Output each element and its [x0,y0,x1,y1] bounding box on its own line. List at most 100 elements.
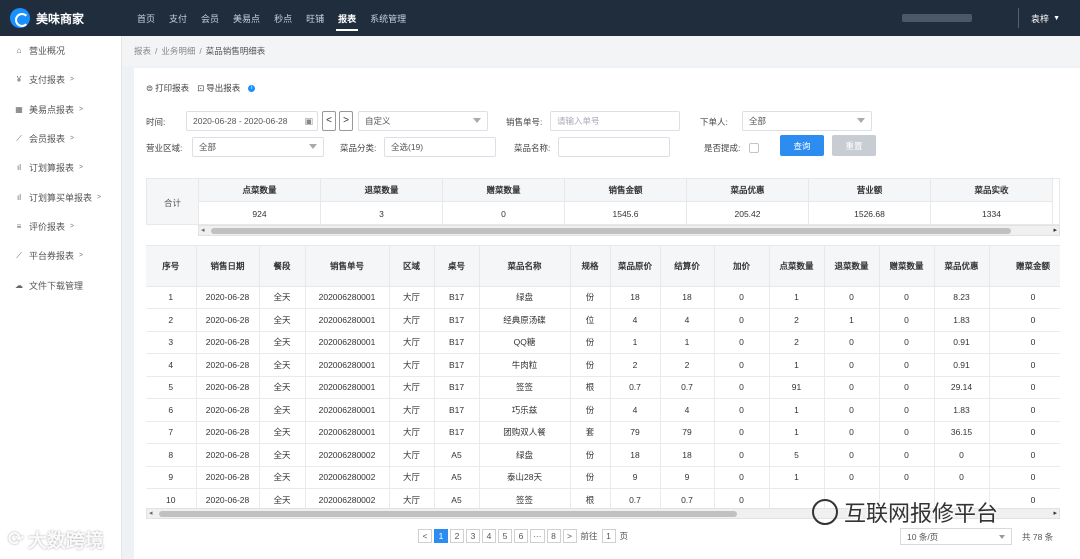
scroll-left-icon[interactable]: ◂ [149,509,153,517]
table-header-row: 序号 销售日期 餐段 销售单号 区域 桌号 菜品名称 规格 菜品原价 结算价 加价 点菜数量 退菜数量赠… [146,246,1060,287]
table-cell: 2020-06-28 [196,376,260,399]
top-nav-item[interactable]: 美易点 [226,0,267,36]
dish-category-select[interactable]: 全选(19) [384,137,496,157]
query-button[interactable]: 查询 [780,135,824,156]
summary-value: 1334 [982,208,1001,219]
breadcrumb-item-business-detail[interactable]: 业务明细 [161,45,195,57]
table-row[interactable]: 9 2020-06-28 全天 202006280002 大厅 A5 泰山28天份 9 9 0 1 0… [146,466,1060,489]
logo[interactable]: 美味商家 [0,0,122,36]
column-header[interactable]: 菜品优惠 [934,246,990,287]
page-number-button[interactable]: ··· [530,529,545,543]
page-number-button[interactable]: 2 [450,529,464,543]
top-nav-item[interactable]: 首页 [130,0,162,36]
column-header[interactable]: 菜品名称 [479,246,571,287]
sidebar-item[interactable]: ⟋ 会员报表 > [0,124,121,153]
top-nav-item[interactable]: 报表 [331,0,363,36]
scroll-left-icon[interactable]: ◂ [201,226,205,234]
page-size-select[interactable]: 10 条/页 [900,528,1012,545]
table-row[interactable]: 6 2020-06-28 全天 202006280001 大厅 B17 巧乐兹份 4 4 0 1 0 0… [146,398,1060,422]
sidebar-item[interactable]: ☁ 文件下载管理 [0,270,121,299]
prev-date-button[interactable]: < [322,111,336,131]
table-cell: 0 [714,353,770,377]
sidebar-item[interactable]: ⌂ 营业概况 [0,36,121,65]
table-cell: 0.91 [934,353,990,377]
top-nav-item[interactable]: 会员 [194,0,226,36]
column-header[interactable]: 点菜数量 [769,246,825,287]
table-cell: 份 [570,331,611,354]
page-number-button[interactable]: 4 [482,529,496,543]
summary-value: 205.42 [734,208,761,219]
table-cell: 泰山28天 [479,466,571,489]
reset-button[interactable]: 重置 [832,135,876,156]
table-cell: 巧乐兹 [479,398,571,422]
table-row[interactable]: 2 2020-06-28 全天 202006280001 大厅 B17 经典原汤碟位 4 4 0 2… [146,308,1060,332]
scroll-right-icon[interactable]: ▸ [1053,226,1057,234]
chevron-down-icon[interactable]: ▼ [1053,15,1060,22]
table-row[interactable]: 8 2020-06-28 全天 202006280002 大厅 A5 绿盘份 18 18 0 5 0 0… [146,443,1060,467]
top-nav-item[interactable]: 支付 [162,0,194,36]
order-number-input[interactable]: 请输入单号 [550,111,680,131]
commission-checkbox[interactable] [749,143,759,153]
top-nav-item[interactable]: 旺铺 [299,0,331,36]
table-cell: 0 [879,331,935,354]
orderer-select[interactable]: 全部 [742,111,872,131]
table-row[interactable]: 4 2020-06-28 全天 202006280001 大厅 B17 牛肉粒份 2 2 0 1 0 0… [146,353,1060,377]
sidebar-item[interactable]: ¥ 支付报表 > [0,65,121,94]
column-header[interactable]: 结算价 [660,246,715,287]
column-header[interactable]: 加价 [714,246,770,287]
sidebar-item[interactable]: ⟋ 平台券报表 > [0,241,121,270]
column-header[interactable]: 序号 [146,246,197,287]
table-cell: 202006280002 [305,443,390,467]
prev-page-button[interactable]: < [418,529,432,543]
user-name[interactable]: 袁梓 [1031,12,1049,25]
column-header[interactable]: 赠菜数量 [879,246,935,287]
scroll-right-icon[interactable]: ▸ [1053,509,1057,517]
info-icon[interactable]: i [248,84,256,92]
column-header[interactable]: 销售单号 [305,246,390,287]
page-number-button[interactable]: 5 [498,529,512,543]
sidebar-item[interactable]: ıl 订划算报表 > [0,153,121,182]
summary-scroll-thumb[interactable] [211,228,1011,234]
table-body: 1 2020-06-28 全天 202006280001 大厅 B17 绿盘份 18 18 0 1 0… [146,286,1060,508]
orderer-select-value: 全部 [749,116,767,126]
date-range-picker[interactable]: 2020-06-28 - 2020-06-28 ▣ [186,111,318,131]
print-report-button[interactable]: ⊜ 打印报表 [146,82,189,94]
sidebar-item[interactable]: ıl 订划算买单报表 > [0,182,121,211]
column-header[interactable]: 销售日期 [196,246,260,287]
column-header[interactable]: 区域 [389,246,435,287]
table-cell: 团购双人餐 [479,421,571,444]
order-number-placeholder: 请输入单号 [557,116,600,126]
sidebar-item[interactable]: ≡ 评价报表 > [0,212,121,241]
column-header[interactable]: 赠菜金额 [989,246,1060,287]
column-header[interactable]: 桌号 [434,246,480,287]
table-row[interactable]: 5 2020-06-28 全天 202006280001 大厅 B17 签签根 0.7 0.7 0… [146,376,1060,399]
sidebar-item[interactable]: ▦ 美易点报表 > [0,95,121,124]
business-area-select[interactable]: 全部 [192,137,324,157]
top-nav-item[interactable]: 秒点 [267,0,299,36]
breadcrumb-item-reports[interactable]: 报表 [134,45,151,57]
page-number-button[interactable]: 3 [466,529,480,543]
business-area-value: 全部 [199,142,217,152]
dish-name-input[interactable] [558,137,670,157]
table-row[interactable]: 7 2020-06-28 全天 202006280001 大厅 B17 团购双人餐套 79 79… [146,421,1060,444]
next-page-button[interactable]: > [562,529,577,543]
table-row[interactable]: 3 2020-06-28 全天 202006280001 大厅 B17 QQ糖份 1 1 0 2 0 0… [146,331,1060,354]
date-range-value: 2020-06-28 - 2020-06-28 [193,116,288,126]
page-number-button[interactable]: 1 [434,529,448,543]
export-report-button[interactable]: ⊡ 导出报表 [197,82,240,94]
range-select[interactable]: 自定义 [358,111,488,131]
summary-scrollbar[interactable]: ◂ ▸ [198,225,1060,236]
next-date-button[interactable]: > [339,111,353,131]
top-nav-item[interactable]: 系统管理 [363,0,413,36]
logo-icon [10,8,30,28]
table-cell: B17 [434,308,480,332]
table-row[interactable]: 1 2020-06-28 全天 202006280001 大厅 B17 绿盘份 18 18 0 1 0… [146,286,1060,309]
column-header[interactable]: 退菜数量 [824,246,880,287]
page-number-button[interactable]: 6 [514,529,528,543]
column-header[interactable]: 菜品原价 [610,246,661,287]
goto-page-input[interactable]: 1 [601,529,616,543]
column-header[interactable]: 规格 [570,246,611,287]
column-header[interactable]: 餐段 [259,246,306,287]
detail-scroll-thumb[interactable] [159,511,737,517]
page-number-button[interactable]: 8 [546,529,561,543]
